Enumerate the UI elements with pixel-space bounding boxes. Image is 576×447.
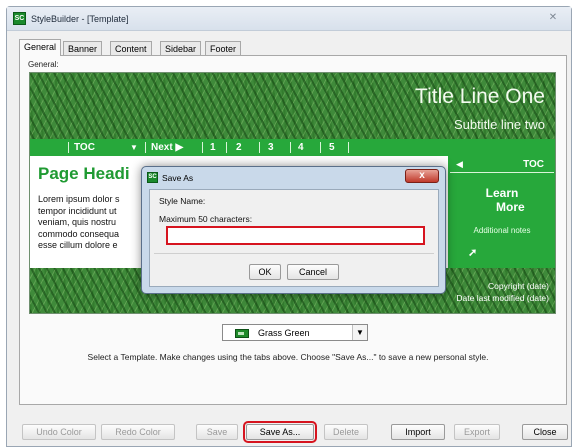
nav-separator — [290, 142, 291, 153]
template-select-value: Grass Green — [258, 328, 310, 338]
dialog-divider — [154, 253, 434, 254]
tab-general[interactable]: General — [19, 39, 62, 56]
max-characters-label: Maximum 50 characters: — [159, 214, 253, 224]
ok-button[interactable]: OK — [249, 264, 281, 280]
save-as-dialog: SC Save As x Style Name: Maximum 50 char… — [141, 166, 446, 294]
nav-separator — [348, 142, 349, 153]
tab-footer[interactable]: Footer — [205, 41, 242, 56]
nav-toc: TOC — [74, 142, 95, 153]
preview-date-modified: Date last modified (date) — [456, 293, 549, 303]
preview-subtitle: Subtitle line two — [453, 117, 545, 132]
save-button[interactable]: Save — [196, 424, 238, 440]
style-name-label: Style Name: — [159, 196, 206, 206]
window-title: StyleBuilder - [Template] — [31, 14, 129, 24]
delete-button[interactable]: Delete — [324, 424, 368, 440]
preview-title: Title Line One — [415, 85, 545, 108]
preview-sidebar: ◀ TOC Learn ➚ More Additional notes — [447, 156, 555, 268]
sidebar-learn: Learn — [485, 186, 519, 200]
tab-content[interactable]: Content — [110, 41, 152, 56]
template-swatch-icon — [235, 329, 249, 338]
nav-page-5: 5 — [329, 142, 335, 153]
sidebar-toc: TOC — [523, 159, 544, 170]
sidebar-notes: Additional notes — [473, 226, 531, 235]
dialog-close-icon[interactable]: x — [405, 169, 439, 183]
import-button[interactable]: Import — [391, 424, 445, 440]
dialog-logo-icon: SC — [147, 172, 158, 183]
nav-down-arrow-icon: ▼ — [130, 143, 138, 152]
style-name-input[interactable] — [166, 226, 425, 245]
preview-page-heading: Page Headi — [38, 164, 130, 183]
template-select[interactable]: Grass Green ▼ — [222, 324, 368, 341]
nav-separator — [68, 142, 69, 153]
preview-body-text: Lorem ipsum dolor s tempor incididunt ut… — [38, 194, 120, 250]
more-arrow-icon: ➚ — [468, 247, 478, 259]
export-button[interactable]: Export — [454, 424, 500, 440]
nav-next: Next ▶ — [151, 142, 184, 153]
nav-separator — [202, 142, 203, 153]
sidebar-toc-bar: ◀ TOC — [450, 159, 554, 173]
dialog-body: Style Name: Maximum 50 characters: OK Ca… — [149, 189, 439, 287]
nav-page-2: 2 — [236, 142, 242, 153]
cancel-button[interactable]: Cancel — [287, 264, 339, 280]
nav-separator — [259, 142, 260, 153]
instructions-text: Select a Template. Make changes using th… — [87, 352, 489, 362]
nav-separator — [320, 142, 321, 153]
chevron-down-icon[interactable]: ▼ — [352, 325, 367, 340]
sidebar-more: More — [496, 200, 525, 214]
nav-separator — [226, 142, 227, 153]
preview-copyright: Copyright (date) — [488, 281, 549, 291]
tab-sidebar[interactable]: Sidebar — [160, 41, 202, 56]
close-button[interactable]: Close — [522, 424, 568, 440]
undo-color-button[interactable]: Undo Color — [22, 424, 96, 440]
nav-page-3: 3 — [268, 142, 274, 153]
left-arrow-icon: ◀ — [456, 159, 463, 169]
title-bar[interactable]: SC StyleBuilder - [Template] ✕ — [7, 7, 571, 31]
panel-label: General: — [28, 60, 59, 69]
close-icon[interactable]: ✕ — [543, 11, 563, 25]
nav-separator — [145, 142, 146, 153]
tab-banner[interactable]: Banner — [63, 41, 103, 56]
save-as-button[interactable]: Save As... — [243, 421, 317, 443]
nav-page-4: 4 — [298, 142, 304, 153]
nav-page-1: 1 — [210, 142, 216, 153]
app-logo-icon: SC — [13, 12, 26, 25]
dialog-title: Save As — [162, 173, 194, 183]
redo-color-button[interactable]: Redo Color — [101, 424, 175, 440]
preview-navbar: TOC ▼ Next ▶ 1 2 3 4 5 — [30, 139, 555, 156]
